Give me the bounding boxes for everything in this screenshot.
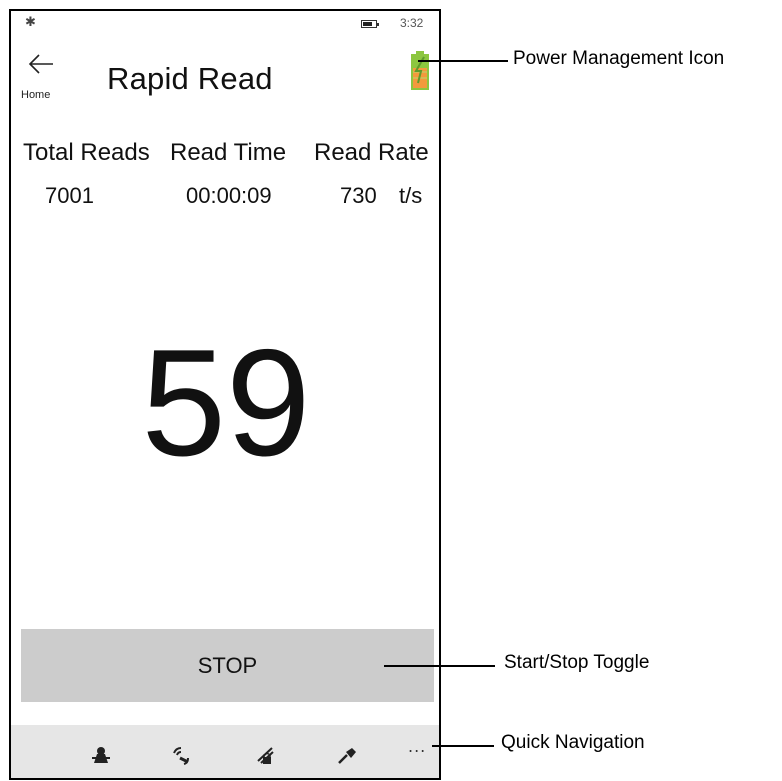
status-bar: ✱ 3:32	[11, 11, 439, 37]
inventory-icon[interactable]	[90, 745, 112, 765]
page-title: Rapid Read	[107, 61, 273, 96]
start-stop-button[interactable]: STOP	[21, 629, 434, 702]
callout-nav: Quick Navigation	[501, 732, 645, 753]
callout-line-nav	[432, 745, 494, 747]
read-time-label: Read Time	[170, 139, 287, 166]
read-time-value: 00:00:09	[186, 183, 272, 208]
total-reads-label: Total Reads	[23, 139, 150, 166]
total-reads-value: 7001	[45, 183, 94, 208]
status-time: 3:32	[400, 16, 424, 30]
rfid-locate-icon[interactable]	[170, 745, 192, 765]
read-rate-value: 730	[340, 183, 377, 208]
battery-power-icon[interactable]	[408, 51, 432, 91]
back-button[interactable]: Home	[19, 53, 67, 105]
callout-power: Power Management Icon	[513, 48, 725, 69]
device-screen: ✱ 3:32 Home Rapid Read Total Reads Read …	[9, 9, 441, 780]
unique-tag-count: 59	[141, 318, 311, 488]
access-icon[interactable]	[255, 745, 277, 765]
callout-line-power	[418, 60, 508, 62]
quick-navigation-bar: ...	[11, 725, 439, 778]
more-button[interactable]: ...	[408, 737, 426, 756]
back-label: Home	[21, 89, 51, 101]
back-arrow-icon	[28, 54, 53, 74]
callout-toggle: Start/Stop Toggle	[504, 652, 650, 673]
bluetooth-icon: ✱	[25, 15, 36, 30]
settings-icon[interactable]	[337, 745, 359, 765]
read-rate-label: Read Rate	[314, 139, 429, 166]
battery-icon	[361, 20, 379, 28]
callout-line-toggle	[384, 665, 495, 667]
read-rate-unit: t/s	[399, 183, 423, 208]
